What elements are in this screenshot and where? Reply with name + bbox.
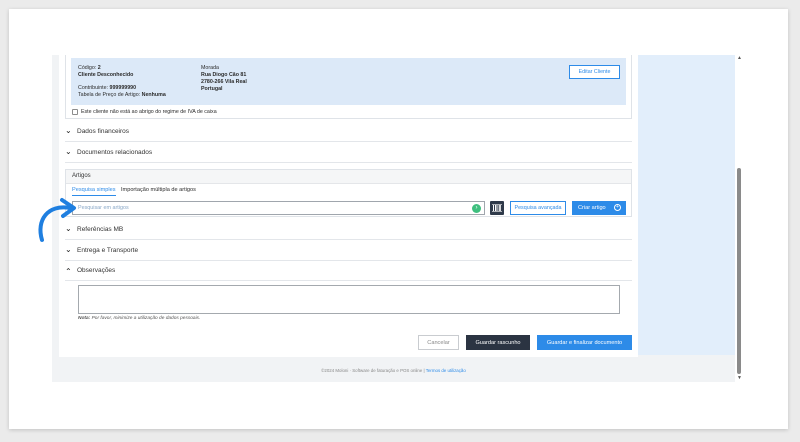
client-tax-id: Contribuinte: 999999990 bbox=[78, 85, 136, 92]
section-documentos-relacionados-label: Documentos relacionados bbox=[77, 149, 153, 156]
address-line-1: Rua Diogo Cão 81 bbox=[201, 72, 247, 78]
tab-pesquisa-simples[interactable]: Pesquisa simples bbox=[72, 187, 116, 196]
chevron-down-icon: ⌄ bbox=[65, 147, 72, 156]
chevron-down-icon: ⌄ bbox=[65, 126, 72, 135]
scroll-down-arrow-icon[interactable]: ▼ bbox=[737, 375, 742, 381]
artigos-panel: Artigos Pesquisa simples Importação múlt… bbox=[65, 169, 632, 217]
section-observacoes[interactable]: ⌃ Observações bbox=[65, 261, 632, 281]
edit-client-button[interactable]: Editar Cliente bbox=[569, 65, 620, 79]
chevron-up-icon: ⌃ bbox=[65, 267, 72, 276]
client-name: Cliente Desconhecido bbox=[78, 72, 134, 78]
advanced-search-button[interactable]: Pesquisa avançada bbox=[510, 201, 566, 215]
iva-cash-checkbox-label: Este cliente não está ao abrigo do regim… bbox=[81, 109, 217, 115]
create-article-label: Criar artigo bbox=[578, 205, 606, 211]
artigos-title: Artigos bbox=[72, 173, 91, 179]
client-price-table: Tabela de Preço de Artigo: Nenhuma bbox=[78, 92, 166, 99]
note-label: Nota: bbox=[78, 316, 91, 321]
right-side-panel bbox=[638, 55, 735, 355]
tab-importacao-multipla[interactable]: Importação múltipla de artigos bbox=[121, 187, 196, 193]
search-placeholder: Pesquisar em artigos bbox=[78, 205, 129, 211]
section-referencias-mb-label: Referências MB bbox=[77, 226, 124, 233]
section-referencias-mb[interactable]: ⌄ Referências MB bbox=[65, 220, 632, 240]
client-code: Código: 2 bbox=[78, 65, 101, 72]
cancel-button[interactable]: Cancelar bbox=[418, 335, 459, 350]
page-footer: ©2024 Moloni · Software de faturação e P… bbox=[52, 368, 735, 373]
save-finalize-button[interactable]: Guardar e finalizar documento bbox=[537, 335, 632, 350]
section-dados-financeiros[interactable]: ⌄ Dados financeiros bbox=[65, 122, 632, 142]
section-entrega-transporte[interactable]: ⌄ Entrega e Transporte bbox=[65, 241, 632, 261]
note-text: Por favor, minimize a utilização de dado… bbox=[91, 316, 201, 321]
iva-cash-checkbox[interactable] bbox=[72, 109, 78, 115]
barcode-scan-button[interactable] bbox=[490, 201, 504, 215]
client-code-value: 2 bbox=[97, 65, 101, 71]
section-documentos-relacionados[interactable]: ⌄ Documentos relacionados bbox=[65, 143, 632, 163]
artigos-search-input[interactable]: Pesquisar em artigos › bbox=[72, 201, 485, 215]
barcode-icon bbox=[492, 204, 502, 212]
client-price-table-label: Tabela de Preço de Artigo: bbox=[78, 92, 141, 98]
scrollbar-thumb[interactable] bbox=[737, 168, 741, 374]
client-tax-id-label: Contribuinte: bbox=[78, 85, 109, 91]
observacoes-textarea[interactable] bbox=[78, 285, 620, 314]
scroll-up-arrow-icon[interactable]: ▲ bbox=[737, 55, 742, 61]
terms-link[interactable]: Termos de utilização bbox=[426, 368, 466, 373]
artigos-header: Artigos bbox=[66, 170, 631, 184]
create-article-button[interactable]: Criar artigo + bbox=[572, 201, 626, 215]
section-dados-financeiros-label: Dados financeiros bbox=[77, 128, 130, 135]
save-draft-button[interactable]: Guardar rascunho bbox=[466, 335, 530, 350]
section-entrega-transporte-label: Entrega e Transporte bbox=[77, 247, 139, 254]
client-code-label: Código: bbox=[78, 65, 97, 71]
address-line-3: Portugal bbox=[201, 86, 223, 92]
plus-circle-icon: + bbox=[614, 204, 621, 211]
search-go-icon[interactable]: › bbox=[472, 204, 481, 213]
client-tax-id-value: 999999990 bbox=[109, 85, 137, 91]
address-label: Morada bbox=[201, 65, 219, 71]
address-line-2: 2780-266 Vila Real bbox=[201, 79, 247, 85]
client-price-table-value: Nenhuma bbox=[141, 92, 166, 98]
observacoes-note: Nota: Por favor, minimize a utilização d… bbox=[78, 316, 200, 321]
footer-copyright: ©2024 Moloni · Software de faturação e P… bbox=[321, 368, 425, 373]
pointer-arrow-icon bbox=[38, 198, 76, 242]
section-observacoes-label: Observações bbox=[77, 267, 116, 274]
